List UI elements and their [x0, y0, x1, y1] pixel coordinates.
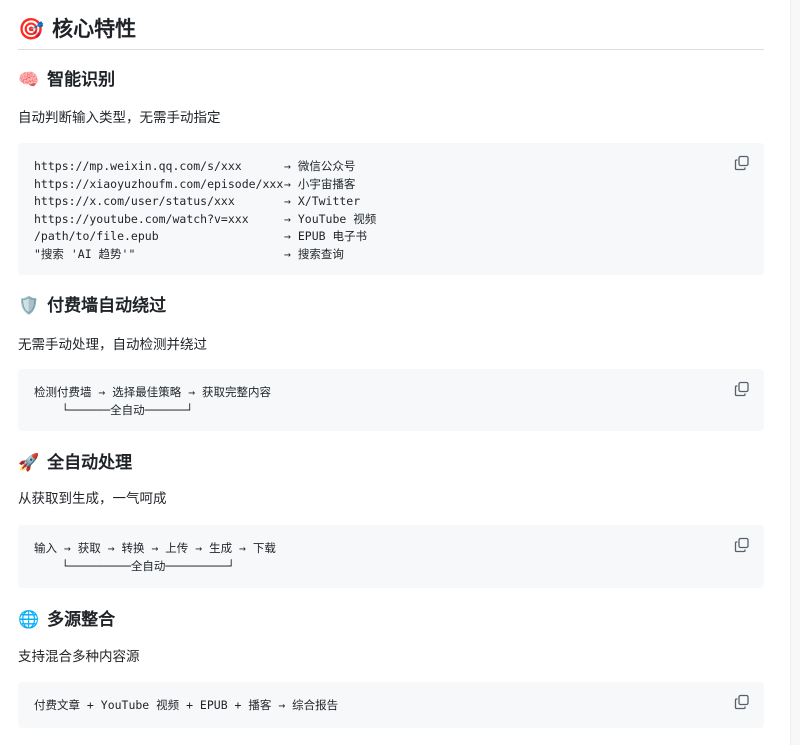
code-block: 输入 → 获取 → 转换 → 上传 → 生成 → 下载 └─────────全自… [18, 525, 764, 588]
code-block: 付费文章 + YouTube 视频 + EPUB + 播客 → 综合报告 [18, 682, 764, 728]
main-heading-title: 核心特性 [52, 17, 137, 41]
copy-button[interactable] [734, 537, 750, 553]
code-line: 输入 → 获取 → 转换 → 上传 → 生成 → 下载 [34, 541, 276, 555]
vertical-scrollbar[interactable] [790, 0, 800, 745]
code-line: https://mp.weixin.qq.com/s/xxx → 微信公众号 [34, 159, 356, 173]
code-line: https://xiaoyuzhoufm.com/episode/xxx → 小宇… [34, 176, 356, 191]
code-line: └─────────全自动─────────┘ [34, 558, 235, 573]
section-smart-recognition: 🧠 智能识别 自动判断输入类型，无需手动指定 https://mp.weixin… [18, 72, 764, 275]
copy-icon [734, 155, 749, 171]
brain-icon: 🧠 [18, 70, 40, 90]
section-heading: 🧠 智能识别 [18, 72, 764, 89]
copy-icon [734, 694, 749, 710]
section-paywall-bypass: 🛡️ 付费墙自动绕过 无需手动处理，自动检测并绕过 检测付费墙 → 选择最佳策略… [18, 298, 764, 431]
section-heading: 🌐 多源整合 [18, 612, 764, 629]
globe-icon: 🌐 [18, 610, 40, 630]
code-block: https://mp.weixin.qq.com/s/xxx → 微信公众号 ht… [18, 143, 764, 275]
copy-icon [734, 537, 749, 553]
section-title: 多源整合 [47, 610, 116, 630]
copy-button[interactable] [734, 381, 750, 397]
code-block: 检测付费墙 → 选择最佳策略 → 获取完整内容 └──────全自动──────… [18, 369, 764, 431]
code-line: "搜索 'AI 趋势'" → 搜索查询 [34, 246, 344, 261]
section-title: 智能识别 [47, 70, 116, 90]
main-heading-text: 🎯 核心特性 [18, 19, 136, 40]
code-line: https://youtube.com/watch?v=xxx → YouTube… [34, 211, 377, 226]
code-line: /path/to/file.epub → EPUB 电子书 [34, 229, 367, 243]
shield-icon: 🛡️ [18, 296, 40, 316]
section-description: 自动判断输入类型，无需手动指定 [18, 110, 221, 126]
code-line: 检测付费墙 → 选择最佳策略 → 获取完整内容 [34, 385, 272, 399]
section-full-auto: 🚀 全自动处理 从获取到生成，一气呵成 输入 → 获取 → 转换 → 上传 → … [18, 455, 764, 588]
rocket-icon: 🚀 [18, 453, 40, 473]
section-heading: 🛡️ 付费墙自动绕过 [18, 298, 764, 315]
code-line: 付费文章 + YouTube 视频 + EPUB + 播客 → 综合报告 [34, 698, 339, 712]
section-title: 全自动处理 [47, 453, 133, 473]
section-title: 付费墙自动绕过 [47, 296, 167, 316]
copy-icon [734, 381, 749, 397]
copy-button[interactable] [734, 694, 750, 710]
copy-button[interactable] [734, 155, 750, 171]
section-description: 无需手动处理，自动检测并绕过 [18, 337, 207, 353]
section-heading: 🚀 全自动处理 [18, 455, 764, 472]
code-line: └──────全自动──────┘ [34, 402, 194, 417]
section-description: 支持混合多种内容源 [18, 649, 140, 665]
target-icon: 🎯 [18, 17, 45, 41]
main-heading: 🎯 核心特性 [18, 0, 764, 50]
code-line: https://x.com/user/status/xxx → X/Twitter [34, 194, 361, 208]
section-multi-source: 🌐 多源整合 支持混合多种内容源 付费文章 + YouTube 视频 + EPU… [18, 612, 764, 728]
markdown-body: 🎯 核心特性 🧠 智能识别 自动判断输入类型，无需手动指定 https://mp… [18, 0, 764, 728]
section-description: 从获取到生成，一气呵成 [18, 491, 167, 507]
